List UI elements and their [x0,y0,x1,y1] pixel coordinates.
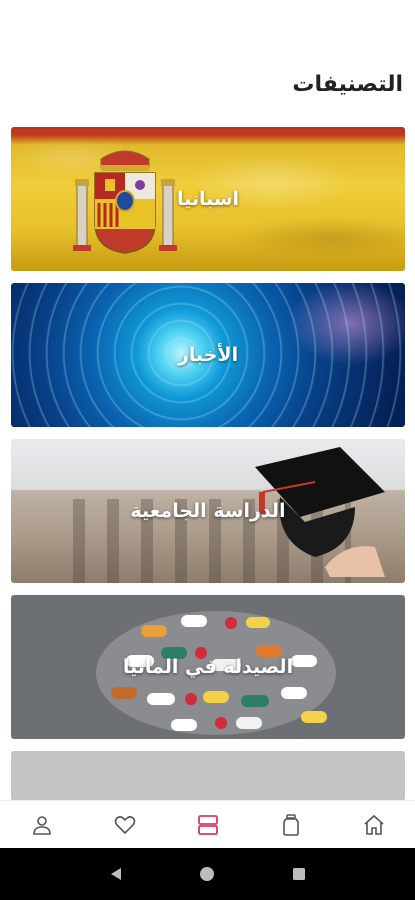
recents-icon [293,868,306,880]
page-title: التصنيفات [292,72,403,97]
jar-icon [282,813,299,836]
home-icon [363,814,384,835]
spain-coat-of-arms-icon [73,150,177,254]
category-label: الدراسة الجامعية [130,500,286,522]
category-label: الصيدلة في المانيا [122,656,294,678]
category-card-pharmacy[interactable]: الصيدلة في المانيا [11,595,405,739]
system-back-button[interactable] [101,859,131,889]
nav-favorites[interactable] [105,805,145,845]
nav-jar[interactable] [271,805,311,845]
bottom-navigation [0,800,415,848]
category-card-partial[interactable] [11,751,405,801]
system-navigation-bar [0,848,415,900]
categories-icon [197,814,218,835]
home-circle-icon [200,867,215,881]
system-home-button[interactable] [192,859,222,889]
back-icon [110,868,121,880]
category-label: الأخبار [177,344,239,366]
category-list: اسبانيا الأخبار الدراسة الجامعية الصيدلة… [11,127,405,813]
heart-icon [114,815,135,834]
category-card-spain[interactable]: اسبانيا [11,127,405,271]
category-card-news[interactable]: الأخبار [11,283,405,427]
nav-profile[interactable] [22,805,62,845]
nav-home[interactable] [354,805,394,845]
profile-icon [32,815,51,835]
category-card-university[interactable]: الدراسة الجامعية [11,439,405,583]
system-recents-button[interactable] [284,859,314,889]
nav-categories[interactable] [188,805,228,845]
